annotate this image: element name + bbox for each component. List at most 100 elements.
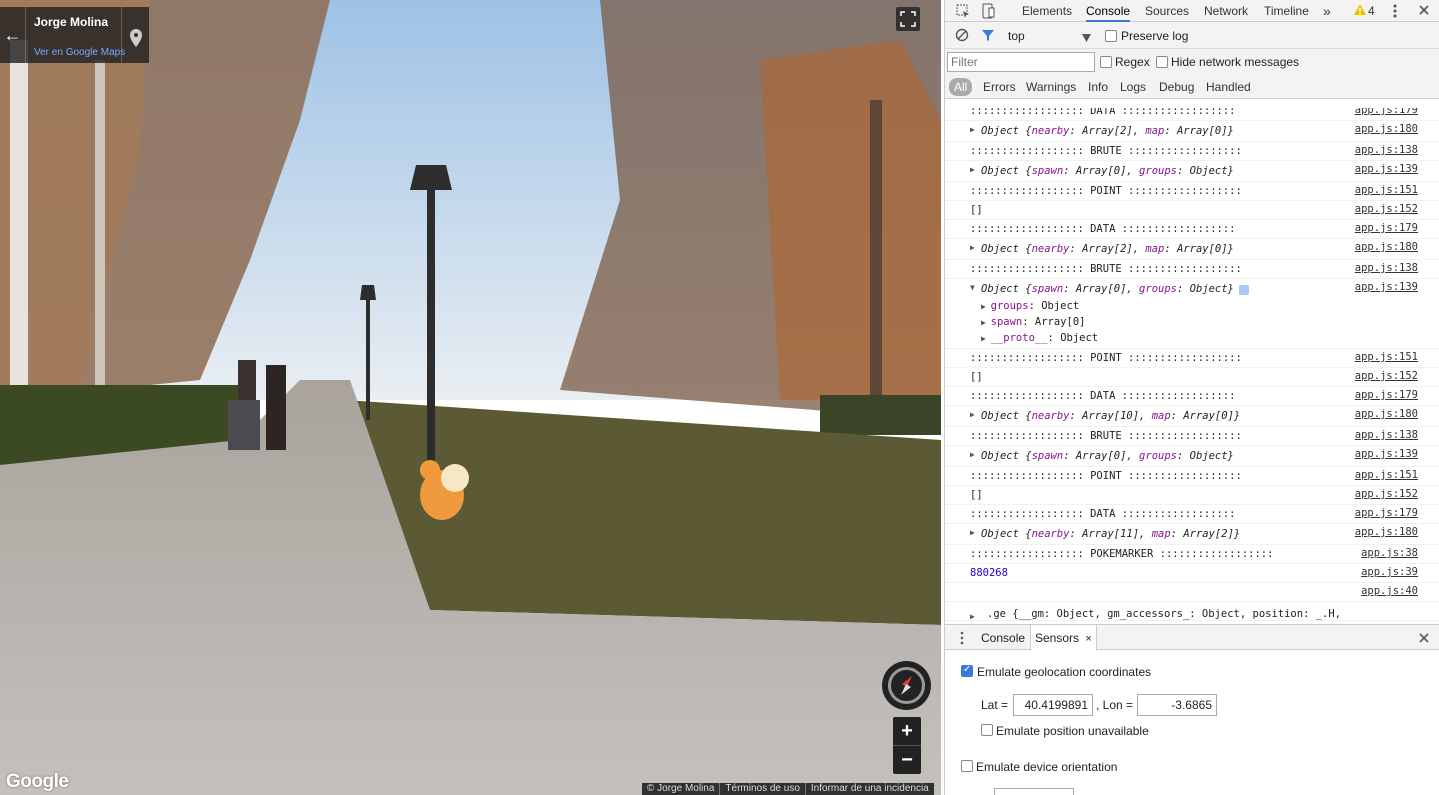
level-handled[interactable]: Handled [1206, 75, 1251, 99]
console-row: :::::::::::::::::: DATA ::::::::::::::::… [945, 220, 1439, 239]
level-all[interactable]: All [949, 78, 973, 96]
object-property[interactable]: ▶ __proto__: Object [981, 332, 1098, 344]
clear-console-icon[interactable] [955, 28, 969, 45]
source-link[interactable]: app.js:40 [1361, 585, 1418, 597]
tab-network[interactable]: Network [1204, 0, 1248, 22]
device-orientation-checkbox[interactable] [961, 760, 973, 772]
expand-triangle-right-icon[interactable]: ▶ [981, 334, 991, 343]
object-preview[interactable]: Object {spawn: Array[0], groups: Object} [981, 283, 1234, 295]
source-link[interactable]: app.js:179 [1355, 507, 1418, 519]
object-key: nearby [1031, 243, 1070, 255]
tab-timeline[interactable]: Timeline [1264, 0, 1309, 22]
object-preview[interactable]: Object {spawn: Array[0], groups: Object} [981, 165, 1234, 177]
zoom-out-button[interactable]: − [893, 746, 921, 774]
view-in-google-maps-link[interactable]: Ver en Google Maps [34, 47, 125, 58]
chevron-down-icon[interactable] [1082, 31, 1091, 45]
source-link[interactable]: app.js:151 [1355, 184, 1418, 196]
filter-funnel-icon[interactable] [981, 28, 995, 45]
level-info[interactable]: Info [1088, 75, 1108, 99]
drawer-tab-console[interactable]: Console [981, 625, 1025, 651]
source-link[interactable]: app.js:139 [1355, 163, 1418, 175]
longitude-input[interactable]: -3.6865 [1137, 694, 1217, 716]
latitude-input[interactable]: 40.4199891 [1013, 694, 1093, 716]
level-warnings[interactable]: Warnings [1026, 75, 1076, 99]
drawer-tab-sensors[interactable]: Sensors × [1030, 625, 1097, 651]
photo-author-name[interactable]: Jorge Molina [34, 15, 108, 29]
preserve-log-checkbox[interactable] [1105, 30, 1117, 42]
device-mode-icon[interactable] [980, 3, 996, 22]
expand-triangle-right-icon[interactable]: ▶ [970, 165, 975, 174]
google-logo[interactable]: Google [6, 771, 69, 793]
inspect-element-icon[interactable] [955, 3, 971, 22]
source-link[interactable]: app.js:151 [1355, 469, 1418, 481]
source-link[interactable]: app.js:39 [1361, 566, 1418, 578]
console-messages[interactable]: :::::::::::::::::: DATA ::::::::::::::::… [945, 108, 1439, 624]
level-errors[interactable]: Errors [983, 75, 1016, 99]
drawer-menu-kebab-icon[interactable] [959, 631, 965, 648]
object-preview[interactable]: Object {nearby: Array[10], map: Array[0]… [981, 410, 1240, 422]
expand-triangle-down-icon[interactable]: ▼ [970, 283, 975, 292]
source-link[interactable]: app.js:180 [1355, 241, 1418, 253]
source-link[interactable]: app.js:152 [1355, 203, 1418, 215]
source-link[interactable]: app.js:138 [1355, 262, 1418, 274]
tab-sources[interactable]: Sources [1145, 0, 1189, 22]
log-text[interactable]: .ge {__gm: Object, gm_accessors_: Object… [987, 608, 1341, 620]
tab-console[interactable]: Console [1086, 0, 1131, 22]
close-drawer-icon[interactable] [1417, 631, 1431, 648]
object-preview[interactable]: Object {nearby: Array[2], map: Array[0]} [981, 243, 1234, 255]
source-link[interactable]: app.js:152 [1355, 370, 1418, 382]
report-problem-link[interactable]: Informar de una incidencia [806, 783, 934, 795]
hide-network-checkbox[interactable] [1156, 56, 1168, 68]
source-link[interactable]: app.js:180 [1355, 526, 1418, 538]
position-unavailable-checkbox[interactable] [981, 724, 993, 736]
source-link[interactable]: app.js:38 [1361, 547, 1418, 559]
close-devtools-icon[interactable] [1417, 3, 1431, 20]
more-tabs-chevron-icon[interactable]: » [1323, 0, 1331, 22]
source-link[interactable]: app.js:179 [1355, 222, 1418, 234]
menu-kebab-icon[interactable] [1391, 3, 1399, 22]
expand-triangle-right-icon[interactable]: ▶ [970, 612, 975, 621]
zoom-in-button[interactable]: + [893, 717, 921, 745]
expand-triangle-right-icon[interactable]: ▶ [981, 302, 991, 311]
copyright-link[interactable]: © Jorge Molina [642, 783, 721, 795]
object-property[interactable]: ▶ groups: Object [981, 300, 1079, 312]
expand-triangle-right-icon[interactable]: ▶ [970, 410, 975, 419]
object-preview[interactable]: Object {nearby: Array[11], map: Array[2]… [981, 528, 1240, 540]
orientation-field[interactable] [994, 788, 1074, 795]
source-link[interactable]: app.js:180 [1355, 408, 1418, 420]
object-preview[interactable]: Object {nearby: Array[2], map: Array[0]} [981, 125, 1234, 137]
expand-triangle-right-icon[interactable]: ▶ [970, 243, 975, 252]
compass-icon[interactable] [882, 661, 931, 710]
level-logs[interactable]: Logs [1120, 75, 1146, 99]
map-pin-icon[interactable] [121, 7, 149, 63]
close-tab-icon[interactable]: × [1085, 633, 1091, 645]
warning-count[interactable]: 4 [1368, 0, 1375, 22]
level-debug[interactable]: Debug [1159, 75, 1194, 99]
regex-checkbox[interactable] [1100, 56, 1112, 68]
source-link[interactable]: app.js:152 [1355, 488, 1418, 500]
source-link[interactable]: app.js:179 [1355, 108, 1418, 116]
info-badge-icon[interactable] [1239, 285, 1249, 295]
source-link[interactable]: app.js:138 [1355, 429, 1418, 441]
fullscreen-icon[interactable] [896, 7, 920, 31]
source-link[interactable]: app.js:180 [1355, 123, 1418, 135]
expand-triangle-right-icon[interactable]: ▶ [970, 450, 975, 459]
expand-triangle-right-icon[interactable]: ▶ [970, 528, 975, 537]
context-selector[interactable]: top [1008, 29, 1025, 43]
source-link[interactable]: app.js:139 [1355, 448, 1418, 460]
source-link[interactable]: app.js:179 [1355, 389, 1418, 401]
source-link[interactable]: app.js:139 [1355, 281, 1418, 293]
terms-of-use-link[interactable]: Términos de uso [720, 783, 806, 795]
tab-elements[interactable]: Elements [1022, 0, 1072, 22]
expand-triangle-right-icon[interactable]: ▶ [970, 125, 975, 134]
object-preview[interactable]: Object {spawn: Array[0], groups: Object} [981, 450, 1234, 462]
warning-icon[interactable] [1353, 3, 1367, 20]
street-view-panorama[interactable]: ← Jorge Molina Ver en Google Maps + − Go… [0, 0, 941, 795]
expand-triangle-right-icon[interactable]: ▶ [981, 318, 991, 327]
object-property[interactable]: ▶ spawn: Array[0] [981, 316, 1085, 328]
source-link[interactable]: app.js:138 [1355, 144, 1418, 156]
emulate-geolocation-checkbox[interactable] [961, 664, 973, 677]
back-arrow-button[interactable]: ← [0, 7, 26, 63]
console-filter-input[interactable] [947, 52, 1095, 72]
source-link[interactable]: app.js:151 [1355, 351, 1418, 363]
